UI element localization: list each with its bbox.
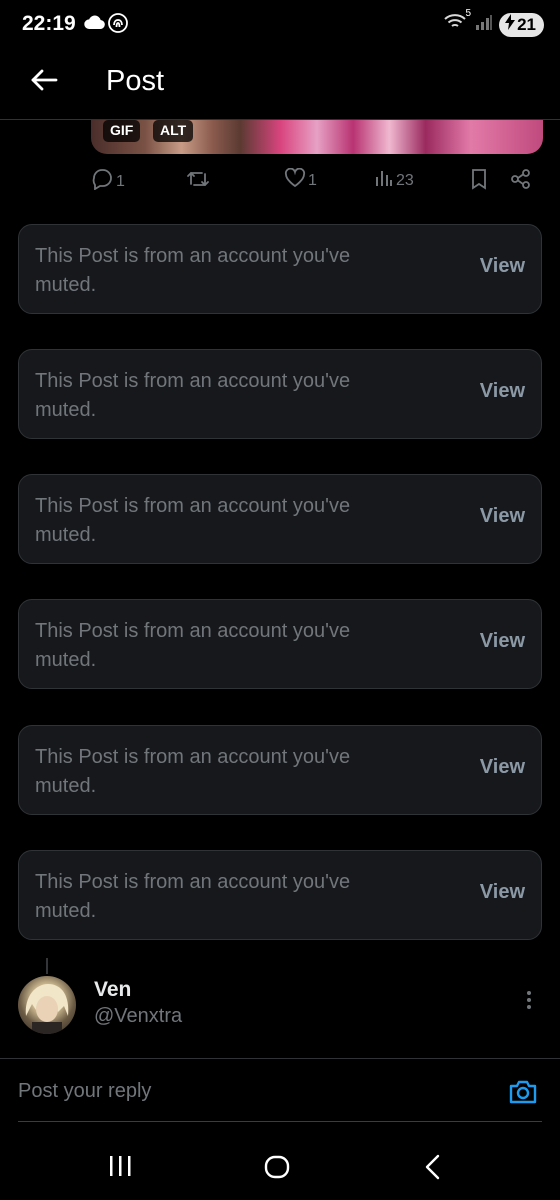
battery-indicator: 21 [499, 12, 544, 37]
repost-button[interactable] [186, 168, 210, 195]
repost-icon [186, 168, 210, 195]
bar-chart-icon [374, 168, 394, 193]
recent-apps-button[interactable] [108, 1154, 132, 1183]
more-vertical-icon [526, 991, 532, 1014]
post-media-gif[interactable]: GIF ALT [91, 120, 543, 154]
avatar[interactable] [18, 976, 76, 1034]
muted-post-text: This Post is from an account you've mute… [35, 620, 351, 671]
reply-composer [0, 1058, 560, 1124]
share-icon [510, 168, 532, 195]
view-muted-post-button[interactable]: View [480, 505, 525, 528]
reply-icon [90, 168, 114, 195]
camera-button[interactable] [508, 1079, 538, 1110]
like-count: 1 [308, 171, 317, 189]
top-app-bar: Post [0, 50, 560, 120]
status-time: 22:19 [22, 12, 76, 35]
view-muted-post-button[interactable]: View [480, 630, 525, 653]
muted-post-card: This Post is from an account you've mute… [18, 349, 542, 439]
reply-count: 1 [116, 172, 125, 190]
wifi-icon: 5 [443, 8, 471, 37]
view-muted-post-button[interactable]: View [480, 756, 525, 779]
battery-level: 21 [517, 14, 536, 34]
muted-post-text: This Post is from an account you've mute… [35, 746, 351, 797]
signal-badge: 5 [465, 8, 472, 19]
home-icon [264, 1155, 290, 1184]
views-button[interactable]: 23 [374, 168, 414, 193]
cell-signal-icon [475, 13, 493, 36]
status-icons: 5 21 [443, 8, 544, 37]
thread-connector-line [46, 958, 48, 974]
recent-apps-icon [108, 1156, 132, 1182]
muted-post-card: This Post is from an account you've mute… [18, 725, 542, 815]
arrow-left-icon [30, 68, 58, 97]
system-navigation-bar [0, 1130, 560, 1200]
like-button[interactable]: 1 [284, 167, 317, 193]
post-action-bar: 1 1 23 [0, 164, 560, 198]
bookmark-icon [470, 168, 488, 195]
view-muted-post-button[interactable]: View [480, 881, 525, 904]
view-muted-post-button[interactable]: View [480, 255, 525, 278]
more-options-button[interactable] [526, 990, 532, 1015]
muted-post-card: This Post is from an account you've mute… [18, 850, 542, 940]
reply-text-cutoff [18, 1046, 538, 1058]
home-button[interactable] [264, 1154, 290, 1185]
reply-button[interactable]: 1 [90, 168, 125, 195]
share-button[interactable] [510, 168, 532, 195]
reply-input[interactable] [18, 1071, 488, 1111]
reply-author-name[interactable]: Ven [94, 978, 131, 1002]
reply-author-handle[interactable]: @Venxtra [94, 1005, 182, 1028]
bookmark-button[interactable] [470, 168, 488, 195]
muted-post-text: This Post is from an account you've mute… [35, 871, 351, 922]
camera-icon [508, 1080, 538, 1109]
muted-post-text: This Post is from an account you've mute… [35, 370, 351, 421]
status-bar: 22:19 5 21 [0, 0, 560, 50]
views-count: 23 [396, 171, 414, 189]
fingerprint-icon [107, 12, 129, 39]
back-button[interactable] [24, 62, 64, 102]
page-title: Post [106, 65, 165, 97]
heart-icon [284, 167, 306, 193]
cloud-icon [83, 14, 105, 35]
composer-divider [18, 1121, 542, 1122]
battery-charging-icon [505, 14, 516, 35]
view-muted-post-button[interactable]: View [480, 380, 525, 403]
muted-post-text: This Post is from an account you've mute… [35, 495, 351, 546]
system-back-button[interactable] [424, 1154, 442, 1185]
gif-badge: GIF [103, 120, 141, 142]
muted-post-text: This Post is from an account you've mute… [35, 245, 351, 296]
muted-post-card: This Post is from an account you've mute… [18, 474, 542, 564]
muted-post-card: This Post is from an account you've mute… [18, 599, 542, 689]
muted-post-card: This Post is from an account you've mute… [18, 224, 542, 314]
chevron-left-icon [424, 1154, 442, 1184]
alt-badge[interactable]: ALT [153, 120, 194, 142]
